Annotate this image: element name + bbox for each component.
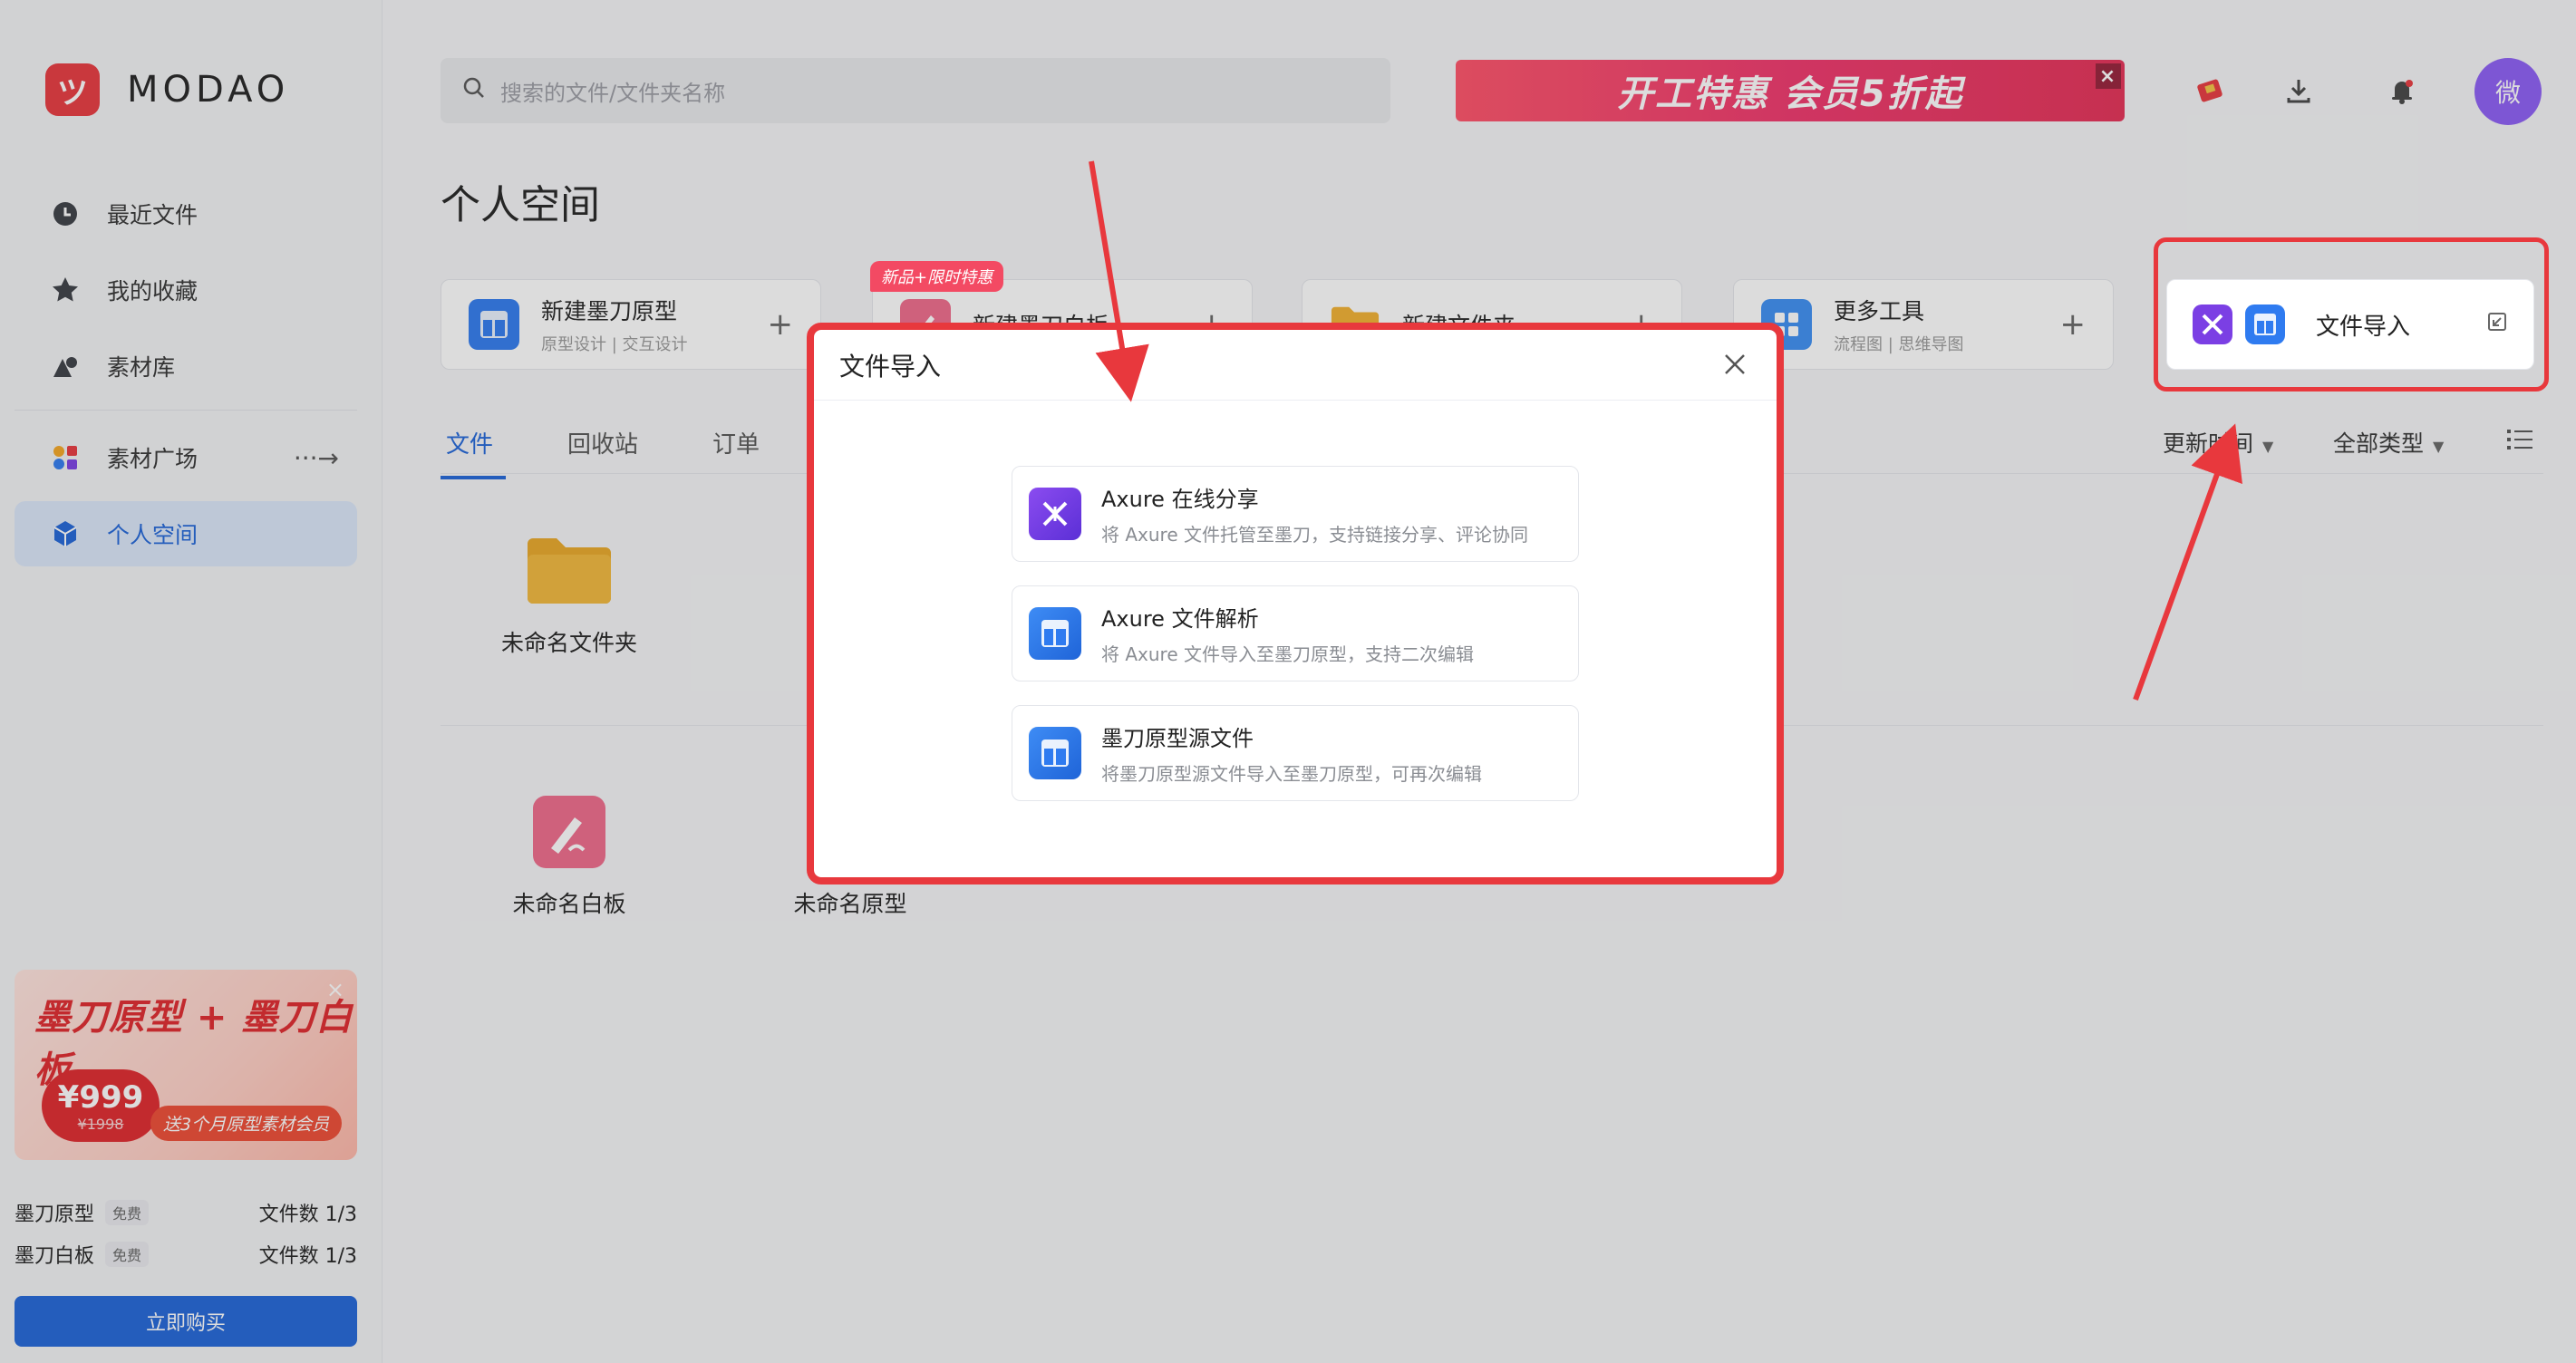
app-window: ツ MODAO 最近文件 我的收藏 素材库 素材广场 ···→ 个人空间 墨刀原… [0, 0, 2576, 1363]
annotation-highlight-box [2154, 237, 2549, 392]
new-badge: 新品+限时特惠 [870, 261, 1004, 292]
annotation-highlight-box [807, 323, 1784, 884]
